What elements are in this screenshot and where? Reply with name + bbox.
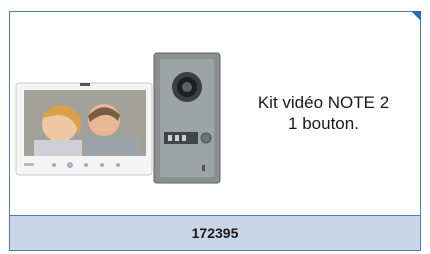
corner-accent: [411, 11, 421, 21]
product-card: Kit vidéo NOTE 2 1 bouton. 172395: [9, 11, 421, 251]
product-image: [15, 52, 221, 184]
video-monitor: [15, 82, 153, 176]
reference-number: 172395: [191, 225, 239, 241]
product-title-line2: 1 bouton.: [288, 114, 359, 133]
product-title-line1: Kit vidéo NOTE 2: [257, 93, 390, 112]
reference-bar: 172395: [10, 215, 420, 250]
door-panel: [153, 52, 221, 184]
product-title: Kit vidéo NOTE 2 1 bouton.: [241, 92, 406, 134]
